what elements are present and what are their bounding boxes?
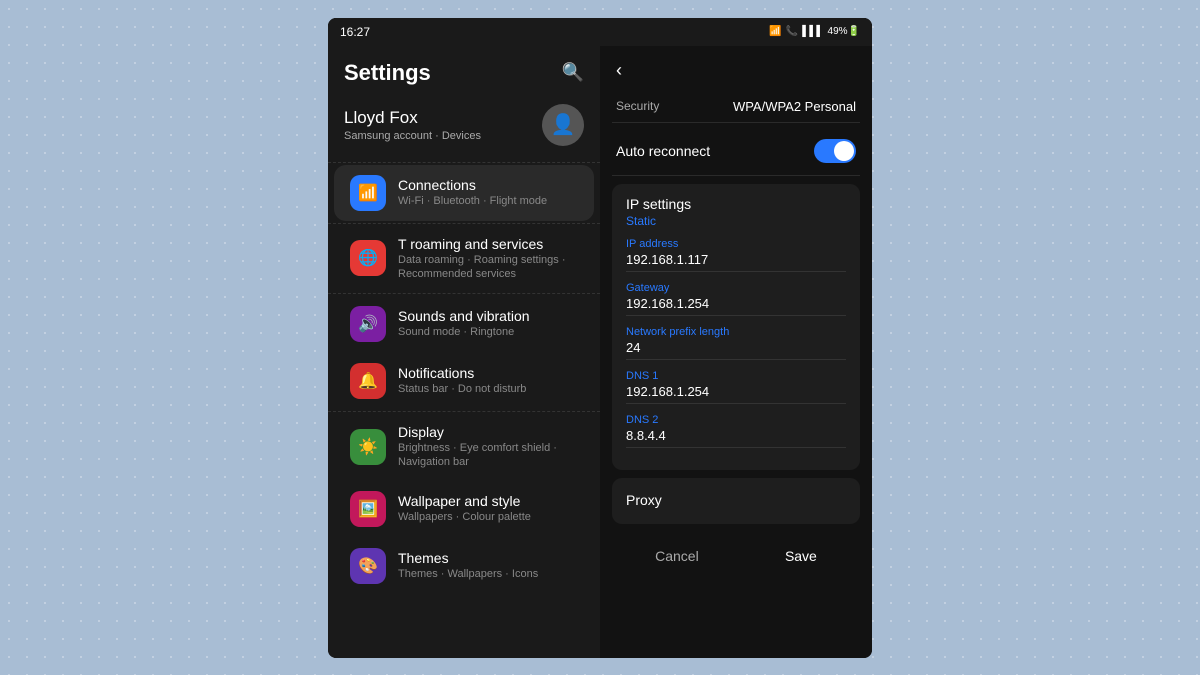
ip-address-field[interactable]: IP address 192.168.1.117 bbox=[626, 238, 846, 272]
gateway-label: Gateway bbox=[626, 282, 846, 294]
save-button[interactable]: Save bbox=[761, 542, 841, 570]
display-icon: ☀️ bbox=[350, 429, 386, 465]
prefix-length-field[interactable]: Network prefix length 24 bbox=[626, 326, 846, 360]
avatar-icon: 👤 bbox=[551, 112, 576, 137]
roaming-sub: Data roaming · Roaming settings · Recomm… bbox=[398, 253, 578, 282]
dns2-value: 8.8.4.4 bbox=[626, 428, 846, 448]
gateway-value: 192.168.1.254 bbox=[626, 296, 846, 316]
wifi-content: Security WPA/WPA2 Personal Auto reconnec… bbox=[600, 91, 872, 658]
action-row: Cancel Save bbox=[612, 532, 860, 578]
signal-bars-icon: ▌▌▌ bbox=[802, 26, 823, 37]
ip-address-value: 192.168.1.117 bbox=[626, 252, 846, 272]
display-sub: Brightness · Eye comfort shield · Naviga… bbox=[398, 441, 578, 470]
themes-icon: 🎨 bbox=[350, 548, 386, 584]
user-section[interactable]: Lloyd Fox Samsung account · Devices 👤 bbox=[328, 94, 600, 160]
battery-icon: 49%🔋 bbox=[828, 26, 860, 37]
connections-icon: 📶 bbox=[350, 175, 386, 211]
dns1-field[interactable]: DNS 1 192.168.1.254 bbox=[626, 370, 846, 404]
sounds-icon: 🔊 bbox=[350, 306, 386, 342]
user-sub: Samsung account · Devices bbox=[344, 130, 481, 142]
display-title: Display bbox=[398, 424, 578, 440]
security-row: Security WPA/WPA2 Personal bbox=[612, 91, 860, 123]
sounds-sub: Sound mode · Ringtone bbox=[398, 325, 530, 339]
wifi-header: ‹ bbox=[600, 46, 872, 91]
sidebar-item-notifications[interactable]: 🔔 Notifications Status bar · Do not dist… bbox=[334, 353, 594, 409]
settings-header: Settings 🔍 bbox=[328, 46, 600, 94]
sidebar-item-roaming[interactable]: 🌐 T roaming and services Data roaming · … bbox=[334, 226, 594, 292]
wifi-signal-icon: 📶 bbox=[769, 26, 781, 37]
avatar: 👤 bbox=[542, 104, 584, 146]
divider-2 bbox=[328, 293, 600, 294]
display-text: Display Brightness · Eye comfort shield … bbox=[398, 424, 578, 470]
status-bar: 16:27 📶 📞 ▌▌▌ 49%🔋 bbox=[328, 18, 872, 46]
sidebar-item-connections[interactable]: 📶 Connections Wi-Fi · Bluetooth · Flight… bbox=[334, 165, 594, 221]
sidebar-item-themes[interactable]: 🎨 Themes Themes · Wallpapers · Icons bbox=[334, 538, 594, 594]
themes-sub: Themes · Wallpapers · Icons bbox=[398, 567, 538, 581]
auto-reconnect-toggle[interactable] bbox=[814, 139, 856, 163]
auto-reconnect-label: Auto reconnect bbox=[616, 143, 710, 159]
status-time: 16:27 bbox=[340, 25, 370, 39]
prefix-length-label: Network prefix length bbox=[626, 326, 846, 338]
proxy-row[interactable]: Proxy bbox=[612, 478, 860, 524]
themes-text: Themes Themes · Wallpapers · Icons bbox=[398, 550, 538, 581]
status-icons: 📶 📞 ▌▌▌ 49%🔋 bbox=[769, 26, 860, 37]
themes-title: Themes bbox=[398, 550, 538, 566]
sidebar-item-wallpaper[interactable]: 🖼️ Wallpaper and style Wallpapers · Colo… bbox=[334, 481, 594, 537]
connections-title: Connections bbox=[398, 177, 547, 193]
notifications-sub: Status bar · Do not disturb bbox=[398, 382, 526, 396]
ip-settings-title: IP settings bbox=[626, 196, 846, 212]
sounds-title: Sounds and vibration bbox=[398, 308, 530, 324]
connections-sub: Wi-Fi · Bluetooth · Flight mode bbox=[398, 194, 547, 208]
notifications-icon: 🔔 bbox=[350, 363, 386, 399]
wallpaper-title: Wallpaper and style bbox=[398, 493, 531, 509]
roaming-title: T roaming and services bbox=[398, 236, 578, 252]
wallpaper-icon: 🖼️ bbox=[350, 491, 386, 527]
roaming-icon: 🌐 bbox=[350, 240, 386, 276]
roaming-text: T roaming and services Data roaming · Ro… bbox=[398, 236, 578, 282]
ip-settings-card: IP settings Static IP address 192.168.1.… bbox=[612, 184, 860, 470]
ip-settings-subtitle: Static bbox=[626, 214, 846, 228]
settings-panel: Settings 🔍 Lloyd Fox Samsung account · D… bbox=[328, 18, 600, 658]
dns1-label: DNS 1 bbox=[626, 370, 846, 382]
prefix-length-value: 24 bbox=[626, 340, 846, 360]
phone-container: 16:27 📶 📞 ▌▌▌ 49%🔋 Settings 🔍 Lloyd Fox … bbox=[328, 18, 872, 658]
security-label: Security bbox=[616, 99, 659, 113]
user-info: Lloyd Fox Samsung account · Devices bbox=[344, 108, 481, 142]
search-icon[interactable]: 🔍 bbox=[562, 62, 584, 83]
sounds-text: Sounds and vibration Sound mode · Ringto… bbox=[398, 308, 530, 339]
ip-address-label: IP address bbox=[626, 238, 846, 250]
dns2-field[interactable]: DNS 2 8.8.4.4 bbox=[626, 414, 846, 448]
sidebar-item-display[interactable]: ☀️ Display Brightness · Eye comfort shie… bbox=[334, 414, 594, 480]
proxy-label: Proxy bbox=[626, 492, 662, 508]
dns2-label: DNS 2 bbox=[626, 414, 846, 426]
wallpaper-text: Wallpaper and style Wallpapers · Colour … bbox=[398, 493, 531, 524]
security-value: WPA/WPA2 Personal bbox=[733, 99, 856, 114]
call-icon: 📞 bbox=[786, 26, 798, 37]
wallpaper-sub: Wallpapers · Colour palette bbox=[398, 510, 531, 524]
divider-top bbox=[328, 162, 600, 163]
sidebar-item-sounds[interactable]: 🔊 Sounds and vibration Sound mode · Ring… bbox=[334, 296, 594, 352]
back-icon[interactable]: ‹ bbox=[616, 60, 622, 81]
auto-reconnect-row: Auto reconnect bbox=[612, 127, 860, 176]
notifications-text: Notifications Status bar · Do not distur… bbox=[398, 365, 526, 396]
divider-3 bbox=[328, 411, 600, 412]
dns1-value: 192.168.1.254 bbox=[626, 384, 846, 404]
cancel-button[interactable]: Cancel bbox=[631, 542, 723, 570]
gateway-field[interactable]: Gateway 192.168.1.254 bbox=[626, 282, 846, 316]
notifications-title: Notifications bbox=[398, 365, 526, 381]
wifi-panel: ‹ Security WPA/WPA2 Personal Auto reconn… bbox=[600, 18, 872, 658]
connections-text: Connections Wi-Fi · Bluetooth · Flight m… bbox=[398, 177, 547, 208]
divider-1 bbox=[328, 223, 600, 224]
user-name: Lloyd Fox bbox=[344, 108, 481, 128]
settings-title: Settings bbox=[344, 60, 431, 86]
